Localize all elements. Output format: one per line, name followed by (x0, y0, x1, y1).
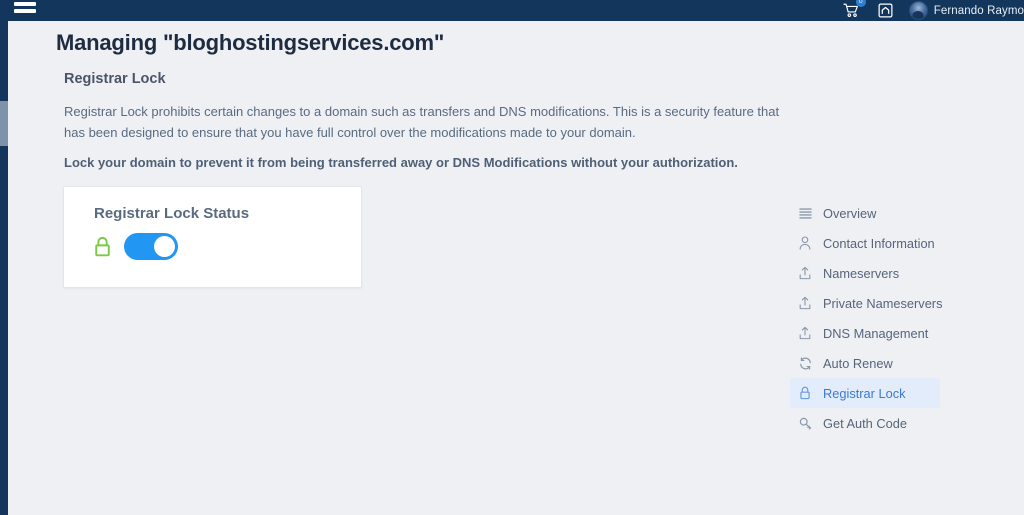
hamburger-icon[interactable] (14, 0, 36, 13)
description-paragraph: Registrar Lock prohibits certain changes… (64, 104, 780, 140)
registrar-lock-toggle[interactable] (124, 233, 178, 260)
person-icon (798, 235, 812, 251)
upload-icon (798, 265, 812, 281)
menu-item-contact-information[interactable]: Contact Information (790, 228, 940, 258)
menu-item-auto-renew[interactable]: Auto Renew (790, 348, 940, 378)
upload-icon (798, 295, 812, 311)
topbar-right-cluster: 0 Fernando Raymo (835, 0, 1024, 21)
registrar-lock-status-card: Registrar Lock Status (63, 186, 362, 288)
cart-badge-count: 0 (855, 0, 866, 7)
menu-item-label: Overview (823, 205, 877, 221)
hamburger-line (14, 9, 36, 13)
padlock-closed-icon (95, 236, 110, 256)
refresh-icon (798, 355, 812, 371)
menu-item-label: DNS Management (823, 325, 929, 341)
menu-item-registrar-lock[interactable]: Registrar Lock (790, 378, 940, 408)
storefront-icon[interactable] (869, 0, 903, 21)
domain-settings-menu: Overview Contact Information Nameservers (790, 198, 943, 438)
top-navigation-bar: 0 Fernando Raymo (0, 0, 1024, 21)
menu-item-label: Contact Information (823, 235, 935, 251)
section-title: Registrar Lock (64, 71, 166, 87)
username-label: Fernando Raymo (933, 4, 1024, 17)
description-paragraph-bold: Lock your domain to prevent it from bein… (64, 155, 738, 170)
shopping-cart-icon[interactable]: 0 (835, 0, 869, 21)
toggle-knob (154, 236, 175, 257)
hamburger-line (14, 2, 36, 6)
sidebar-scrollbar-thumb[interactable] (0, 101, 8, 146)
menu-item-label: Private Nameservers (823, 295, 943, 311)
upload-icon (798, 325, 812, 341)
avatar[interactable] (908, 1, 928, 20)
main-content-area: Managing "bloghostingservices.com" Regis… (8, 21, 1024, 515)
list-lines-icon (798, 205, 812, 221)
key-icon (798, 415, 812, 431)
menu-item-nameservers[interactable]: Nameservers (790, 258, 940, 288)
menu-item-label: Get Auth Code (823, 415, 907, 431)
padlock-icon (798, 385, 812, 401)
menu-item-label: Registrar Lock (823, 385, 906, 401)
card-controls (93, 233, 178, 260)
menu-item-private-nameservers[interactable]: Private Nameservers (790, 288, 943, 318)
menu-item-get-auth-code[interactable]: Get Auth Code (790, 408, 940, 438)
card-title: Registrar Lock Status (94, 205, 250, 222)
menu-item-overview[interactable]: Overview (790, 198, 940, 228)
left-sidebar-rail (0, 21, 8, 515)
menu-item-label: Auto Renew (823, 355, 893, 371)
page-title: Managing "bloghostingservices.com" (56, 30, 445, 55)
menu-item-dns-management[interactable]: DNS Management (790, 318, 940, 348)
menu-item-label: Nameservers (823, 265, 900, 281)
